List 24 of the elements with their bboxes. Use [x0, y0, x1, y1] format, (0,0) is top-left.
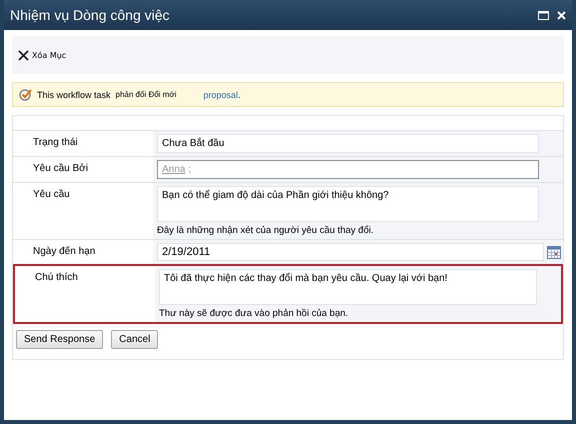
dialog-button[interactable]: Send Response	[16, 330, 104, 349]
info-text: phản đối Đổi mới	[116, 90, 176, 99]
text-area[interactable]: Tôi đã thực hiện các thay đổi mà bạn yêu cầu. Quay lại với bạn!	[159, 269, 537, 305]
field-label: Chú thích	[34, 271, 79, 285]
field-hint: Đây là những nhận xét của người yêu cầu thay đổi.	[157, 225, 374, 236]
delete-item-button[interactable]: Xóa Mục	[16, 48, 68, 62]
field-label: Trạng thái	[32, 136, 79, 150]
dialog-button[interactable]: Cancel	[111, 330, 158, 349]
date-field[interactable]: 2/19/2011	[157, 243, 544, 261]
field-label: Yêu cầu Bởi	[32, 162, 89, 176]
proposal-link[interactable]: proposal	[203, 90, 238, 100]
maximize-icon[interactable]	[538, 10, 549, 20]
window-title: Nhiệm vụ Dòng công việc	[10, 7, 171, 23]
field-label: Ngày đến hạn	[32, 245, 96, 259]
info-text: This workflow task	[37, 90, 111, 100]
close-icon[interactable]	[557, 10, 566, 20]
field-label: Yêu cầu	[32, 188, 71, 202]
calendar-icon[interactable]	[547, 246, 561, 258]
delete-icon	[18, 50, 29, 60]
task-check-icon	[19, 88, 32, 101]
field-hint: Thư này sẽ được đưa vào phản hồi của bạn.	[159, 308, 350, 319]
status-field[interactable]: Chưa Bắt đầu	[157, 134, 539, 153]
text-area[interactable]: Bạn có thể giam độ dài của Phần giới thiệu không?	[157, 186, 539, 222]
info-text: .	[238, 90, 240, 100]
